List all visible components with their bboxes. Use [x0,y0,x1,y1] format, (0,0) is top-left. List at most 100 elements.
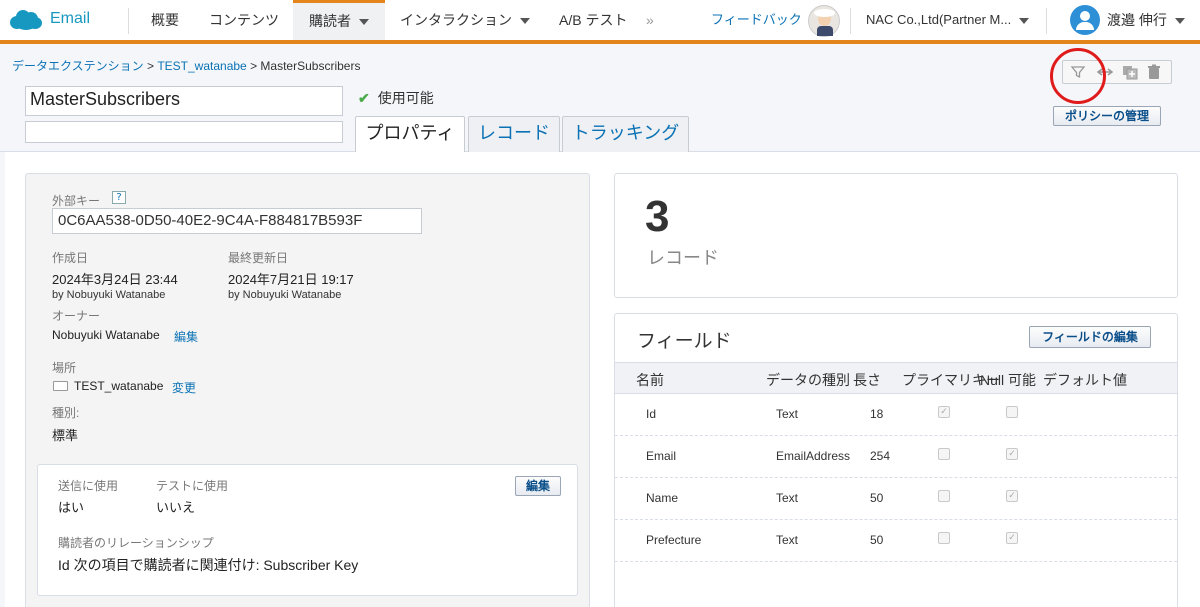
record-count: 3 [645,192,670,241]
nav-subscribers[interactable]: 購読者 [293,0,385,40]
fields-title: フィールド [637,331,732,352]
nav-overview[interactable]: 概要 [151,0,179,40]
table-row: Email EmailAddress 254 ✓ [615,436,1177,478]
field-type: EmailAddress [776,449,851,463]
extension-name-input[interactable]: MasterSubscribers [25,86,343,116]
nav-interactions[interactable]: インタラクション [400,0,530,40]
created-label: 作成日 [52,251,89,265]
table-row: Name Text 50 ✓ [615,478,1177,520]
usage-edit-button[interactable]: 編集 [515,476,561,496]
record-count-panel: 3 レコード [614,173,1178,298]
column-header-default[interactable]: デフォルト値 [1043,370,1127,390]
chevron-down-icon [359,19,369,26]
location-change-link[interactable]: 変更 [172,379,196,396]
field-name: Prefecture [646,533,702,547]
chevron-down-icon [520,18,530,25]
nullable-checkbox [1006,406,1018,418]
created-by: by Nobuyuki Watanabe [52,289,166,301]
field-type: Text [776,407,799,421]
column-header-type[interactable]: データの種別 [766,370,850,390]
user-avatar-icon[interactable] [1070,5,1100,35]
check-icon: ✔ [358,90,370,106]
location-value: TEST_watanabe [74,379,164,393]
properties-panel: 外部キー ? 0C6AA538-0D50-40E2-9C4A-F884817B5… [25,173,590,607]
usage-box: 送信に使用 はい テストに使用 いいえ 編集 購読者のリレーションシップ Id … [37,464,578,596]
modified-by: by Nobuyuki Watanabe [228,289,342,301]
chevron-down-icon [1019,17,1030,24]
breadcrumb-current: MasterSubscribers [260,59,361,73]
test-label: テストに使用 [156,479,229,493]
fields-panel: フィールド フィールドの編集 名前 データの種別 長さ プライマリキー Null… [614,313,1178,607]
help-icon[interactable]: ? [112,191,126,204]
app-name: Email [50,10,91,27]
column-header-name[interactable]: 名前 [636,370,664,390]
nav-more[interactable]: » [646,0,654,40]
field-length: 254 [870,449,891,463]
primary-key-checkbox [938,448,950,460]
trash-icon[interactable] [1145,64,1163,82]
record-count-label: レコード [647,248,719,268]
extension-description-input[interactable] [25,121,343,143]
modified-date: 2024年7月21日 19:17 [228,272,354,287]
field-name: Name [646,491,679,505]
field-name: Id [646,407,657,421]
field-type: Text [776,533,799,547]
external-key-field[interactable]: 0C6AA538-0D50-40E2-9C4A-F884817B593F [52,208,422,234]
table-row: Prefecture Text 50 ✓ [615,520,1177,562]
feedback-link[interactable]: フィードバック [711,0,802,40]
salesforce-cloud-icon [10,8,44,30]
highlight-circle-annotation [1050,48,1106,104]
primary-key-checkbox [938,532,950,544]
status-badge: ✔ 使用可能 [358,88,434,108]
fields-table-header: 名前 データの種別 長さ プライマリキー Null 可能 デフォルト値 [615,362,1177,394]
created-date: 2024年3月24日 23:44 [52,272,178,287]
owner-edit-link[interactable]: 編集 [174,328,198,345]
tab-tracking[interactable]: トラッキング [562,116,689,152]
breadcrumb-separator: > [143,59,158,73]
nullable-checkbox: ✓ [1006,448,1018,460]
nav-ab-test[interactable]: A/B テスト [559,0,627,40]
breadcrumb-parent[interactable]: TEST_watanabe [157,59,246,73]
app-logo[interactable]: Email [10,8,90,30]
extension-header: データエクステンション > TEST_watanabe > MasterSubs… [0,48,1200,153]
edit-fields-button[interactable]: フィールドの編集 [1029,326,1151,348]
relation-label: 購読者のリレーションシップ [58,536,214,550]
einstein-avatar-icon [808,5,840,37]
nullable-checkbox: ✓ [1006,490,1018,502]
column-header-nullable[interactable]: Null 可能 [980,370,1036,390]
external-key-label: 外部キー [52,194,101,208]
manage-policy-button[interactable]: ポリシーの管理 [1053,106,1161,126]
modified-label: 最終更新日 [228,251,289,265]
table-row: Id Text 18 ✓ [615,394,1177,436]
field-length: 50 [870,491,884,505]
nav-subscribers-label: 購読者 [309,13,351,29]
copy-icon[interactable] [1121,64,1139,82]
status-text: 使用可能 [377,90,434,106]
primary-key-checkbox [938,490,950,502]
breadcrumb-root[interactable]: データエクステンション [12,59,144,73]
type-value: 標準 [52,428,79,443]
column-header-length[interactable]: 長さ [853,370,881,390]
nullable-checkbox: ✓ [1006,532,1018,544]
tab-properties[interactable]: プロパティ [355,116,465,153]
owner-label: オーナー [52,309,101,323]
primary-key-checkbox: ✓ [938,406,950,418]
user-menu[interactable]: 渡邉 伸行 [1107,0,1185,40]
account-menu[interactable]: NAC Co.,Ltd(Partner M... [866,0,1030,40]
user-name: 渡邉 伸行 [1107,12,1167,28]
tab-records[interactable]: レコード [468,116,560,152]
breadcrumb: データエクステンション > TEST_watanabe > MasterSubs… [12,57,360,74]
folder-icon [53,381,68,391]
owner-name: Nobuyuki Watanabe [52,328,160,342]
top-navigation: Email 概要 コンテンツ 購読者 インタラクション A/B テスト » フィ… [0,0,1200,44]
type-label: 種別: [52,406,80,420]
field-name: Email [646,449,677,463]
relation-value: Id 次の項目で購読者に関連付け: Subscriber Key [58,557,359,573]
nav-interactions-label: インタラクション [400,12,512,28]
location-label: 場所 [52,361,77,375]
test-value: いいえ [156,500,196,515]
field-length: 18 [870,407,884,421]
nav-content[interactable]: コンテンツ [209,0,279,40]
send-label: 送信に使用 [58,479,119,493]
account-name: NAC Co.,Ltd(Partner M... [866,12,1012,27]
